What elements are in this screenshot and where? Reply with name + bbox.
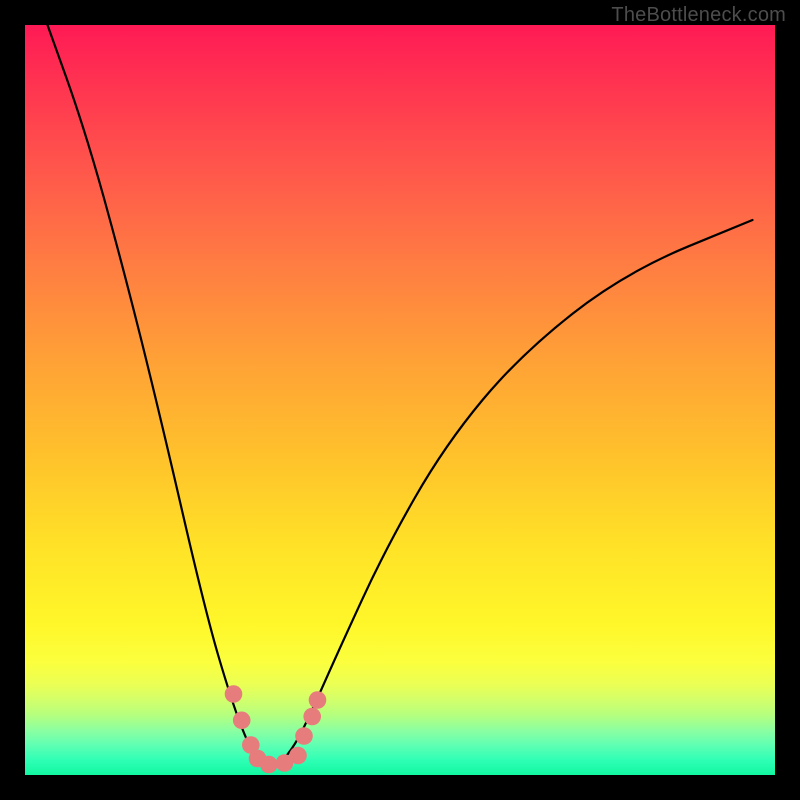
data-marker	[225, 685, 243, 703]
data-marker	[295, 727, 313, 745]
data-marker	[309, 691, 327, 709]
marker-group	[225, 685, 327, 773]
chart-overlay	[0, 0, 800, 800]
data-marker	[233, 712, 251, 730]
data-marker	[289, 747, 307, 765]
watermark-label: TheBottleneck.com	[611, 4, 786, 27]
bottleneck-curve	[48, 25, 753, 767]
data-marker	[303, 708, 321, 726]
data-marker	[260, 756, 278, 774]
